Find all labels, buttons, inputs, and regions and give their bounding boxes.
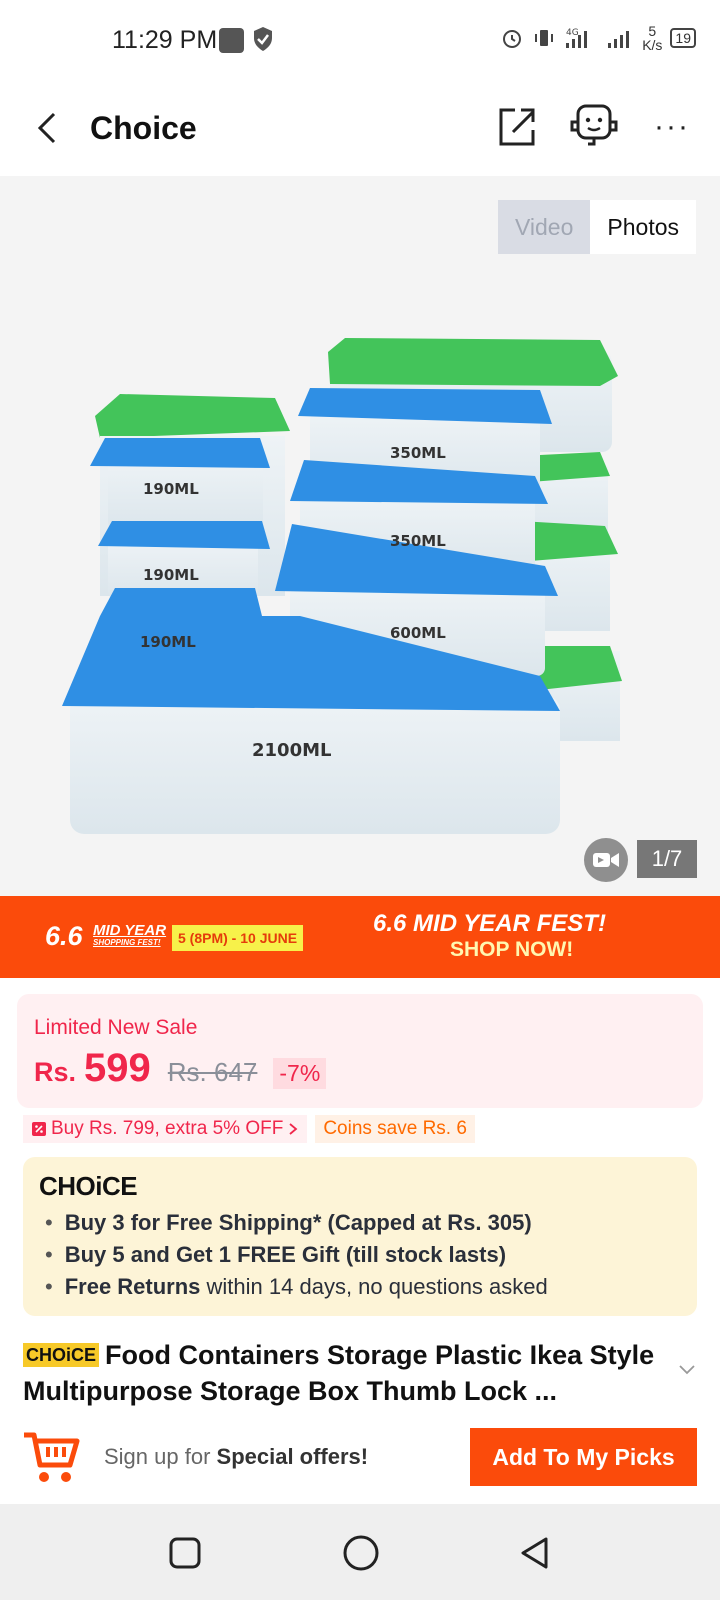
product-title-text: Food Containers Storage Plastic Ikea Sty… bbox=[23, 1340, 655, 1406]
system-nav-bar bbox=[0, 1504, 720, 1600]
benefit-free-returns: Free Returns bbox=[64, 1274, 201, 1299]
signal-icon bbox=[608, 31, 630, 48]
banner-logo-subtitle: SHOPPING FEST! bbox=[93, 938, 161, 947]
media-toggle: Video Photos bbox=[497, 200, 696, 254]
label-2100ml: 2100ML bbox=[252, 740, 331, 761]
label-350ml-top: 350ML bbox=[390, 444, 446, 462]
product-gallery[interactable]: 350ML 190ML 350ML 190ML 600ML 190ML 2100… bbox=[0, 176, 720, 896]
share-icon[interactable] bbox=[497, 106, 537, 148]
status-bar: 11:29 PM 4G 5 K/s 19 bbox=[0, 0, 720, 80]
banner-logo-title: MID YEAR SHOPPING FEST! bbox=[93, 923, 166, 947]
signup-bold: Special offers! bbox=[216, 1444, 369, 1469]
chevron-right-icon bbox=[289, 1123, 298, 1135]
label-350ml-mid: 350ML bbox=[390, 532, 446, 550]
promo-row: Buy Rs. 799, extra 5% OFF Coins save Rs.… bbox=[23, 1115, 475, 1143]
add-to-picks-button[interactable]: Add To My Picks bbox=[470, 1428, 697, 1486]
battery-icon: 19 bbox=[670, 28, 696, 48]
bottom-action-bar: Sign up for Special offers! Add To My Pi… bbox=[0, 1414, 720, 1504]
signal-4g-icon: 4G bbox=[566, 28, 588, 48]
shield-icon bbox=[254, 27, 272, 51]
alarm-icon bbox=[503, 30, 522, 48]
recent-apps-button[interactable] bbox=[168, 1536, 202, 1570]
coins-promo[interactable]: Coins save Rs. 6 bbox=[315, 1115, 475, 1143]
choice-benefits-list: Buy 3 for Free Shipping* (Capped at Rs. … bbox=[45, 1207, 548, 1303]
page-title: Choice bbox=[90, 110, 197, 146]
banner-headline: 6.6 MID YEAR FEST! bbox=[373, 910, 606, 937]
label-190ml-mid: 190ML bbox=[143, 566, 199, 584]
image-counter: 1/7 bbox=[637, 840, 697, 878]
buy-more-label: Buy Rs. 799, extra 5% OFF bbox=[51, 1118, 284, 1139]
speed-value: 5 bbox=[648, 23, 657, 39]
signup-prefix: Sign up for bbox=[104, 1444, 217, 1469]
app-header: Choice ··· bbox=[0, 80, 720, 176]
list-item: Buy 3 for Free Shipping* (Capped at Rs. … bbox=[45, 1207, 548, 1239]
price-row: Rs. 599 Rs. 647 -7% bbox=[34, 1046, 327, 1091]
speed-unit: K/s bbox=[642, 37, 663, 53]
svg-text:4G: 4G bbox=[566, 28, 579, 38]
choice-badge: CHOiCE bbox=[23, 1343, 100, 1367]
banner-shop-now[interactable]: SHOP NOW! bbox=[450, 938, 573, 962]
tab-video[interactable]: Video bbox=[497, 200, 591, 254]
benefit-free-shipping: Buy 3 for Free Shipping* (Capped at Rs. … bbox=[64, 1210, 532, 1235]
product-image: 350ML 190ML 350ML 190ML 600ML 190ML 2100… bbox=[62, 338, 622, 834]
network-speed: 5 K/s bbox=[642, 24, 662, 52]
benefit-free-returns-detail: within 14 days, no questions asked bbox=[200, 1274, 548, 1299]
chevron-down-icon[interactable] bbox=[678, 1364, 696, 1376]
home-button[interactable] bbox=[342, 1534, 380, 1572]
coins-label: Coins save Rs. 6 bbox=[323, 1118, 467, 1139]
tab-photos[interactable]: Photos bbox=[590, 200, 696, 254]
discount-badge: -7% bbox=[273, 1058, 327, 1089]
coupon-icon bbox=[32, 1122, 46, 1136]
more-options-icon[interactable]: ··· bbox=[654, 110, 690, 144]
product-title[interactable]: CHOiCE Food Containers Storage Plastic Ik… bbox=[23, 1337, 663, 1409]
vibrate-icon bbox=[535, 30, 554, 46]
status-icons: 4G 5 K/s 19 bbox=[500, 24, 696, 52]
current-price: 599 bbox=[84, 1046, 151, 1090]
label-190ml-bottom: 190ML bbox=[140, 633, 196, 651]
list-item: Buy 5 and Get 1 FREE Gift (till stock la… bbox=[45, 1239, 548, 1271]
choice-benefits-card[interactable]: CHOiCE Buy 3 for Free Shipping* (Capped … bbox=[23, 1157, 697, 1316]
list-item: Free Returns within 14 days, no question… bbox=[45, 1271, 548, 1303]
cart-icon[interactable] bbox=[22, 1427, 80, 1485]
back-button[interactable] bbox=[32, 108, 62, 148]
mid-year-fest-banner[interactable]: 6.6 MID YEAR SHOPPING FEST! 5 (8PM) - 10… bbox=[0, 896, 720, 978]
sale-label: Limited New Sale bbox=[34, 1016, 198, 1039]
notification-icon bbox=[219, 28, 244, 53]
video-camera-icon[interactable] bbox=[584, 838, 628, 882]
original-price: Rs. 647 bbox=[167, 1057, 258, 1087]
label-190ml-top: 190ML bbox=[143, 480, 199, 498]
choice-logo: CHOiCE bbox=[39, 1171, 138, 1201]
benefit-free-gift: Buy 5 and Get 1 FREE Gift (till stock la… bbox=[64, 1242, 507, 1267]
status-time: 11:29 PM bbox=[112, 26, 218, 54]
signup-text: Sign up for Special offers! bbox=[104, 1444, 368, 1470]
back-nav-button[interactable] bbox=[518, 1535, 552, 1571]
banner-logo-number: 6.6 bbox=[45, 921, 83, 951]
label-600ml: 600ML bbox=[390, 624, 446, 642]
price-currency: Rs. bbox=[34, 1057, 77, 1087]
price-card: Limited New Sale Rs. 599 Rs. 647 -7% bbox=[17, 994, 703, 1108]
banner-logo-title-text: MID YEAR bbox=[93, 922, 167, 939]
buy-more-promo[interactable]: Buy Rs. 799, extra 5% OFF bbox=[23, 1115, 308, 1143]
customer-service-icon[interactable] bbox=[568, 102, 620, 150]
banner-dates: 5 (8PM) - 10 JUNE bbox=[172, 925, 304, 951]
